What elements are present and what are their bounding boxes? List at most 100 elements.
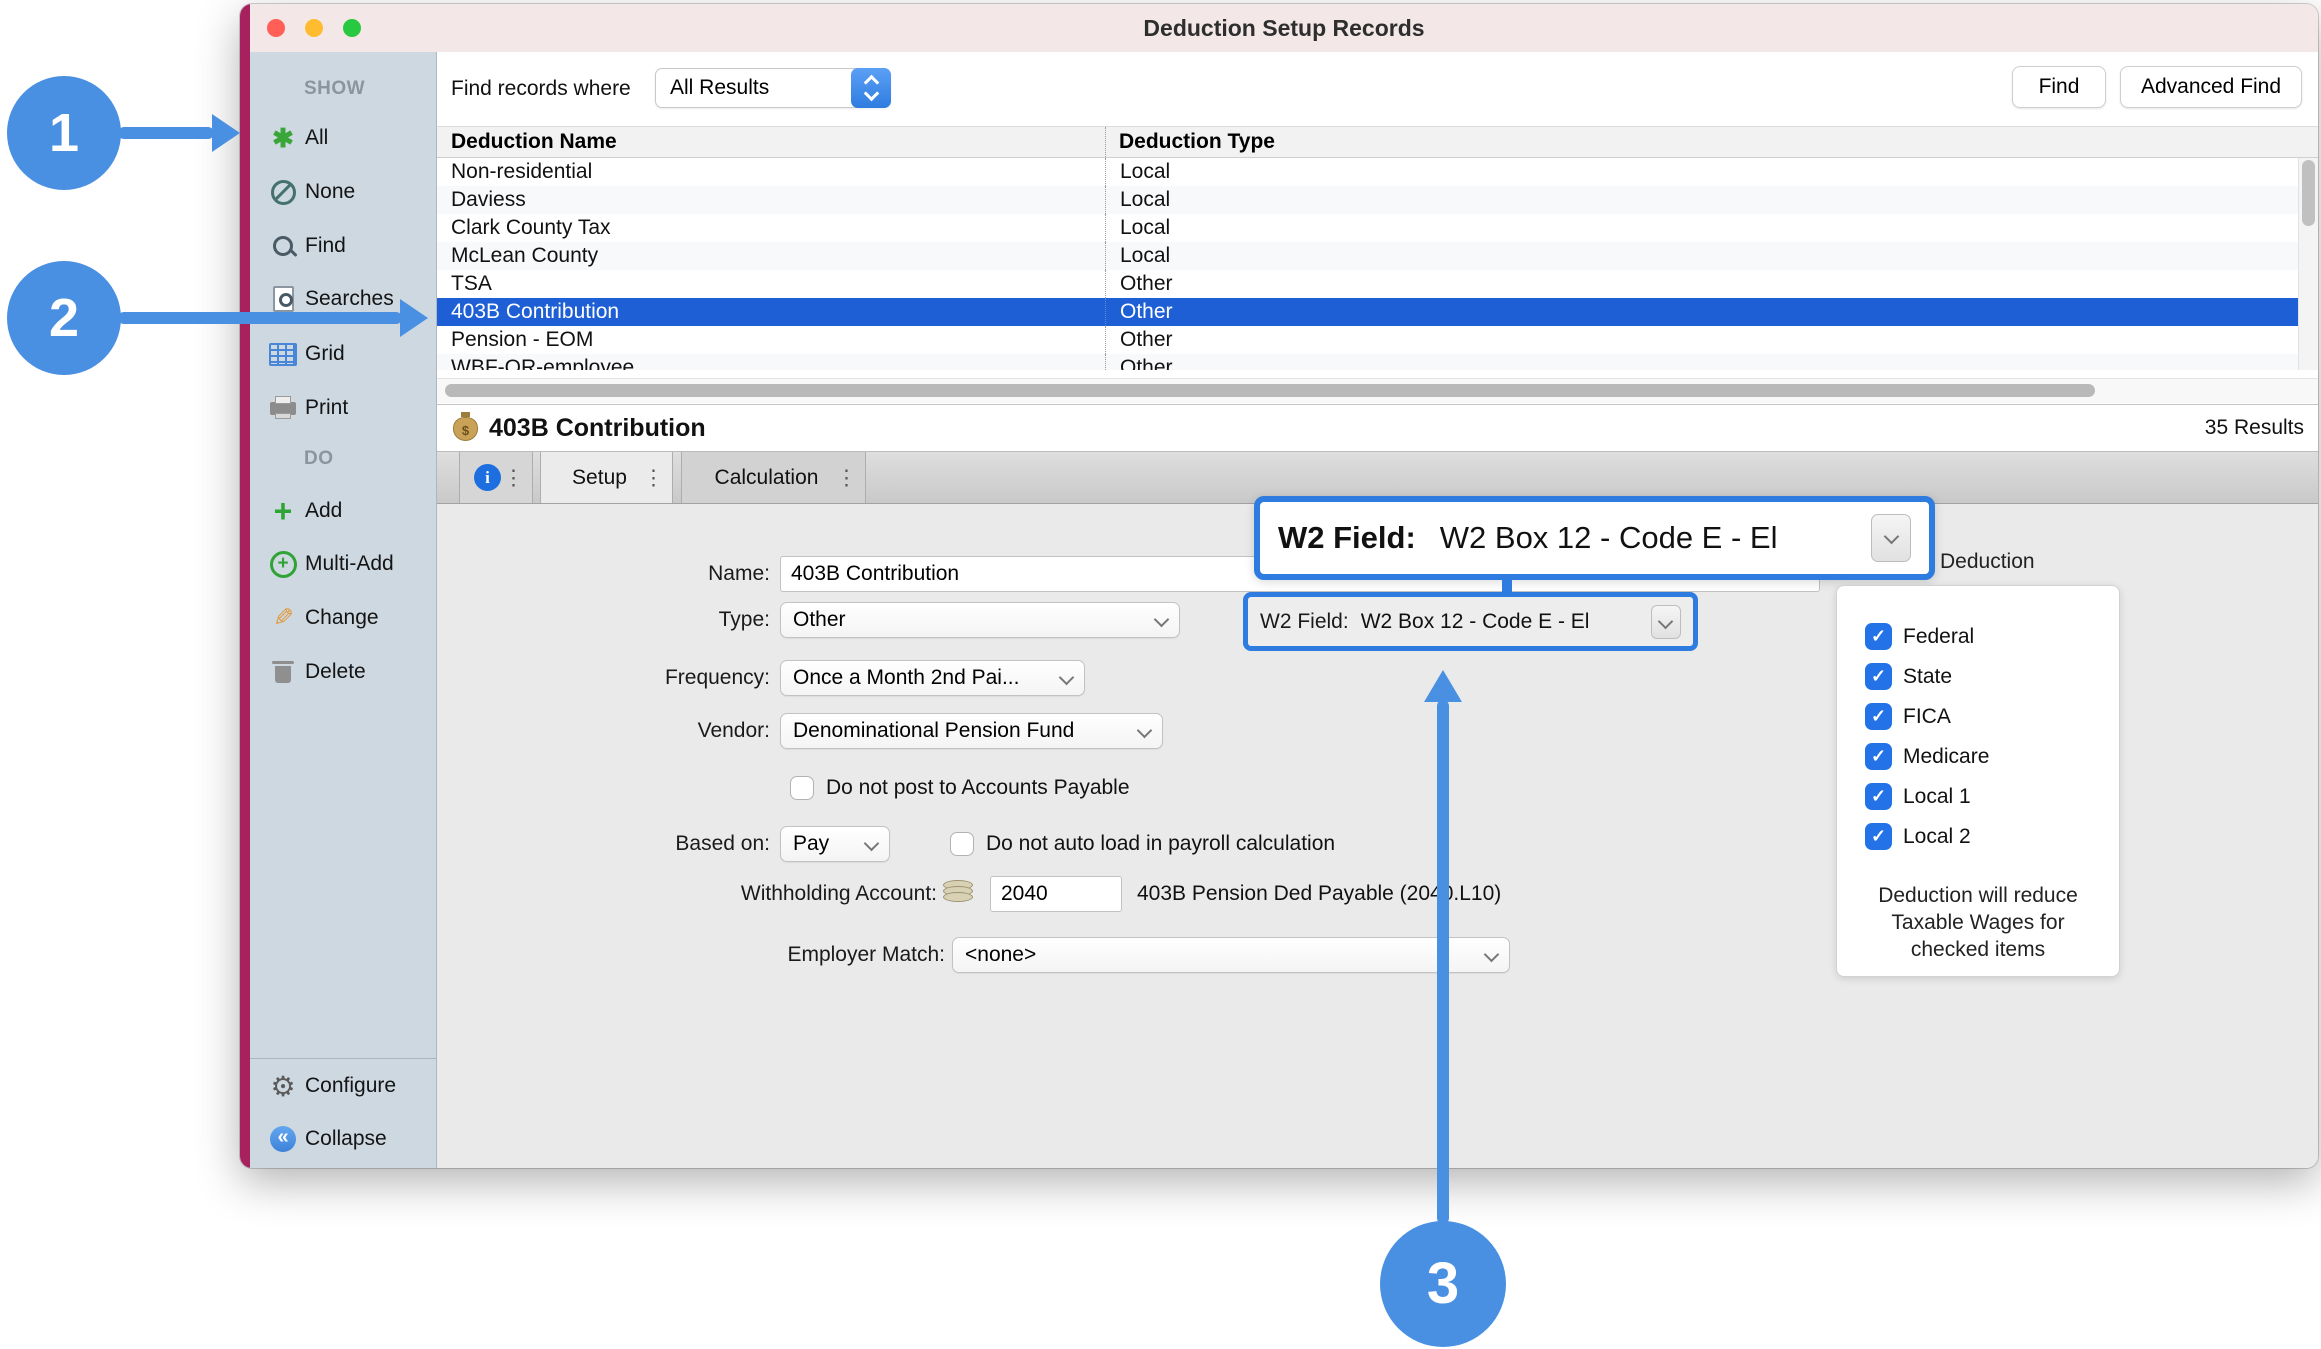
annotation-arrowhead-3 [1424, 670, 1462, 702]
sidebar-item-grid[interactable]: Grid [250, 336, 436, 372]
window-accent-strip [240, 4, 250, 1168]
advanced-find-button[interactable]: Advanced Find [2120, 66, 2302, 108]
annotation-arrow-3 [1437, 700, 1449, 1224]
segment-dots-icon[interactable]: ⋮ [836, 465, 857, 490]
table-row[interactable]: WBF-OR-employee Other [437, 354, 2298, 370]
horizontal-scrollbar[interactable] [437, 378, 2318, 403]
no-auto-load-checkbox[interactable] [950, 832, 974, 856]
screenshot-canvas: Deduction Setup Records SHOW ✱ All None … [0, 0, 2321, 1349]
cell-deduction-name: Clark County Tax [437, 214, 1105, 242]
sidebar-item-find[interactable]: Find [250, 228, 436, 264]
checked-checkbox[interactable]: ✓ [1865, 743, 1892, 770]
frequency-label: Frequency: [570, 660, 770, 696]
find-button[interactable]: Find [2012, 66, 2106, 108]
close-button[interactable] [267, 19, 285, 37]
vertical-scrollbar-thumb[interactable] [2302, 160, 2315, 226]
checked-checkbox[interactable]: ✓ [1865, 623, 1892, 650]
chevron-down-icon [864, 836, 880, 852]
chevron-down-icon [1884, 529, 1900, 545]
employer-match-label: Employer Match: [685, 937, 945, 973]
info-icon[interactable]: i [474, 464, 501, 491]
annotation-arrow-2 [118, 312, 402, 324]
withholding-account-label: Withholding Account: [677, 876, 937, 912]
vendor-dropdown[interactable]: Denominational Pension Fund [780, 713, 1163, 749]
sidebar-item-none[interactable]: None [250, 174, 436, 210]
withholding-account-input[interactable]: 2040 [990, 876, 1122, 912]
sidebar-section-do: DO [304, 448, 334, 470]
sidebar-item-collapse[interactable]: « Collapse [250, 1121, 436, 1157]
cell-deduction-type: Local [1105, 214, 2298, 242]
annotation-circle-1: 1 [7, 76, 121, 190]
sidebar-divider [250, 1058, 436, 1059]
table-rows-viewport: Non-residential Local Daviess Local Clar… [437, 158, 2298, 370]
zoom-button[interactable] [343, 19, 361, 37]
type-dropdown[interactable]: Other [780, 602, 1180, 638]
w2-field-label: W2 Field: [1278, 520, 1416, 556]
name-label: Name: [570, 556, 770, 592]
coin-stack-icon[interactable] [943, 880, 975, 906]
sidebar-item-multi-add[interactable]: + Multi-Add [250, 546, 436, 582]
dropdown-chevrons-icon [851, 68, 891, 108]
horizontal-scrollbar-thumb[interactable] [445, 384, 2095, 397]
vertical-scrollbar[interactable] [2298, 158, 2318, 370]
sidebar-item-all[interactable]: ✱ All [250, 120, 436, 156]
find-toolbar: Find records where All Results Find Adva… [437, 52, 2318, 126]
w2-dropdown-button[interactable] [1871, 514, 1911, 562]
chevron-down-icon [1484, 947, 1500, 963]
table-row-selected[interactable]: 403B Contribution Other [437, 298, 2298, 326]
segment-dots-icon[interactable]: ⋮ [503, 465, 524, 490]
chevron-down-icon [1137, 723, 1153, 739]
find-records-where-label: Find records where [451, 71, 631, 107]
sidebar-item-print[interactable]: Print [250, 390, 436, 426]
cell-deduction-name: TSA [437, 270, 1105, 298]
cell-deduction-name: Non-residential [437, 158, 1105, 186]
based-on-dropdown[interactable]: Pay [780, 826, 890, 862]
info-segment[interactable]: i ⋮ [459, 452, 533, 503]
column-deduction-name[interactable]: Deduction Name [451, 127, 617, 157]
tab-setup[interactable]: Setup ⋮ [540, 452, 673, 503]
checked-checkbox[interactable]: ✓ [1865, 783, 1892, 810]
saved-searches-icon [268, 284, 298, 314]
asterisk-icon: ✱ [268, 123, 298, 153]
sidebar-item-configure[interactable]: ⚙ Configure [250, 1068, 436, 1104]
checked-checkbox[interactable]: ✓ [1865, 703, 1892, 730]
no-post-ap-checkbox[interactable] [790, 776, 814, 800]
employer-match-dropdown[interactable]: <none> [952, 937, 1510, 973]
table-row[interactable]: McLean County Local [437, 242, 2298, 270]
w2-dropdown-button[interactable] [1651, 605, 1681, 639]
chevron-down-icon [1154, 612, 1170, 628]
annotation-circle-2: 2 [7, 261, 121, 375]
tab-calculation[interactable]: Calculation ⋮ [681, 452, 866, 503]
cell-deduction-name: WBF-OR-employee [437, 354, 1105, 370]
printer-icon [268, 393, 298, 423]
w2-field-value: W2 Box 12 - Code E - El [1440, 520, 1871, 556]
chevron-down-icon [1059, 670, 1075, 686]
vendor-label: Vendor: [570, 713, 770, 749]
cell-deduction-type: Other [1105, 270, 2298, 298]
table-row[interactable]: Daviess Local [437, 186, 2298, 214]
table-row[interactable]: Clark County Tax Local [437, 214, 2298, 242]
pencil-icon: ✎ [268, 603, 298, 633]
column-deduction-type[interactable]: Deduction Type [1119, 127, 1275, 157]
frequency-dropdown[interactable]: Once a Month 2nd Pai... [780, 660, 1085, 696]
segment-dots-icon[interactable]: ⋮ [643, 465, 664, 490]
cell-deduction-type: Other [1105, 298, 2298, 326]
plus-icon: + [268, 496, 298, 526]
checked-checkbox[interactable]: ✓ [1865, 823, 1892, 850]
table-row[interactable]: Pension - EOM Other [437, 326, 2298, 354]
sidebar-item-delete[interactable]: Delete [250, 654, 436, 690]
checked-checkbox[interactable]: ✓ [1865, 663, 1892, 690]
none-circle-slash-icon [268, 177, 298, 207]
sidebar-item-change[interactable]: ✎ Change [250, 600, 436, 636]
cell-deduction-type: Local [1105, 158, 2298, 186]
table-row[interactable]: TSA Other [437, 270, 2298, 298]
w2-field-dropdown[interactable]: W2 Box 12 - Code E - El [1361, 610, 1651, 634]
table-row[interactable]: Non-residential Local [437, 158, 2298, 186]
circle-plus-icon: + [268, 549, 298, 579]
app-window: Deduction Setup Records SHOW ✱ All None … [240, 4, 2318, 1168]
cell-deduction-type: Other [1105, 326, 2298, 354]
sidebar-item-add[interactable]: + Add [250, 493, 436, 529]
no-post-ap-label: Do not post to Accounts Payable [826, 770, 1130, 806]
minimize-button[interactable] [305, 19, 323, 37]
results-filter-dropdown[interactable]: All Results [655, 68, 891, 108]
